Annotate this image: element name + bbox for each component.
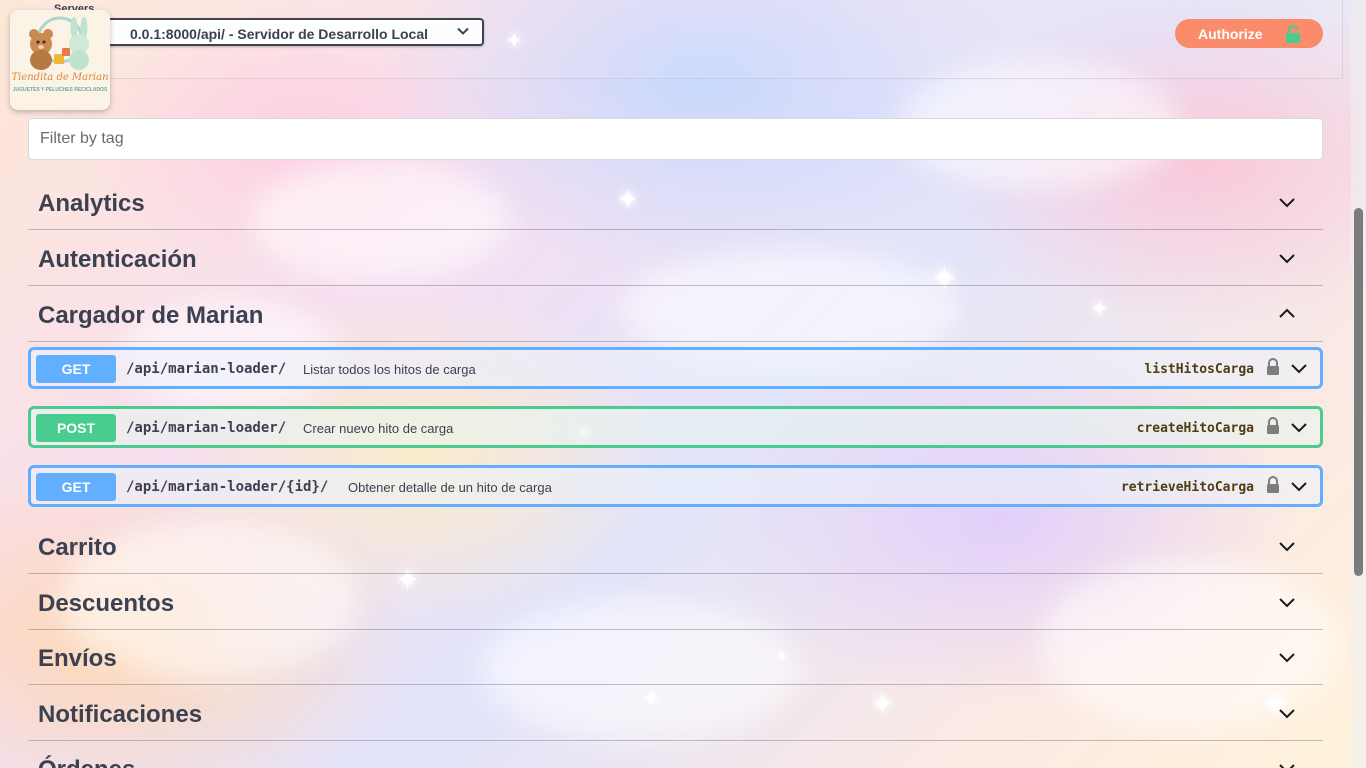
authorize-label: Authorize xyxy=(1198,26,1263,42)
tag-title: Descuentos xyxy=(38,590,175,617)
chevron-up-icon xyxy=(1277,304,1297,329)
store-logo[interactable]: Tiendita de Marian JUGUETES Y PELUCHES R… xyxy=(10,10,110,110)
operation-id: listHitosCarga xyxy=(1144,362,1254,377)
chevron-down-icon xyxy=(1277,592,1297,617)
operation-summary: Obtener detalle de un hito de carga xyxy=(348,480,552,495)
lock-icon[interactable] xyxy=(1266,476,1280,499)
chevron-down-icon xyxy=(1277,248,1297,273)
tag-descuentos[interactable]: Descuentos xyxy=(28,576,1323,630)
tag-carrito[interactable]: Carrito xyxy=(28,520,1323,574)
http-method-badge: GET xyxy=(36,473,116,501)
tag-autenticacion[interactable]: Autenticación xyxy=(28,232,1323,286)
chevron-down-icon xyxy=(1277,758,1297,768)
tag-title: Notificaciones xyxy=(38,701,203,728)
http-method-badge: POST xyxy=(36,414,116,442)
operation-path: /api/marian-loader/{id}/ xyxy=(126,479,329,495)
tag-envios[interactable]: Envíos xyxy=(28,631,1323,685)
http-method-badge: GET xyxy=(36,355,116,383)
chevron-down-icon[interactable] xyxy=(1290,478,1308,501)
page-scrollbar[interactable] xyxy=(1351,0,1366,768)
tag-title: Autenticación xyxy=(38,246,197,273)
operation-path: /api/marian-loader/ xyxy=(126,361,287,377)
chevron-down-icon xyxy=(1277,192,1297,217)
logo-tagline: JUGUETES Y PELUCHES RECICLADOS xyxy=(12,87,108,93)
scrollbar-thumb[interactable] xyxy=(1354,208,1363,576)
lock-icon[interactable] xyxy=(1266,417,1280,440)
tag-ordenes[interactable]: Órdenes xyxy=(28,742,1323,768)
lock-icon[interactable] xyxy=(1266,358,1280,381)
logo-name: Tiendita de Marian xyxy=(11,72,109,83)
filter-by-tag-input[interactable] xyxy=(28,118,1323,160)
chevron-down-icon xyxy=(1277,703,1297,728)
unlock-icon xyxy=(1284,24,1302,49)
teddy-bear-logo-icon xyxy=(29,16,89,70)
operation-path: /api/marian-loader/ xyxy=(126,420,287,436)
authorize-button[interactable]: Authorize xyxy=(1175,19,1323,48)
chevron-down-icon xyxy=(456,24,470,43)
chevron-down-icon xyxy=(1277,647,1297,672)
tag-analytics[interactable]: Analytics xyxy=(28,176,1323,230)
tag-cargador-de-marian[interactable]: Cargador de Marian xyxy=(28,288,1323,342)
chevron-down-icon[interactable] xyxy=(1290,419,1308,442)
operation-create-hito-carga[interactable]: POST /api/marian-loader/ Crear nuevo hit… xyxy=(28,406,1323,448)
tag-title: Órdenes xyxy=(38,756,135,768)
tag-title: Analytics xyxy=(38,190,145,217)
operation-id: createHitoCarga xyxy=(1136,421,1254,436)
operation-summary: Listar todos los hitos de carga xyxy=(303,362,476,377)
operation-id: retrieveHitoCarga xyxy=(1120,480,1254,495)
chevron-down-icon xyxy=(1277,536,1297,561)
operation-retrieve-hito-carga[interactable]: GET /api/marian-loader/{id}/ Obtener det… xyxy=(28,465,1323,507)
tag-notificaciones[interactable]: Notificaciones xyxy=(28,687,1323,741)
server-select[interactable]: 0.0.1:8000/api/ - Servidor de Desarrollo… xyxy=(84,18,484,46)
server-select-value: 0.0.1:8000/api/ - Servidor de Desarrollo… xyxy=(130,26,429,42)
chevron-down-icon[interactable] xyxy=(1290,360,1308,383)
servers-bar: Servers 0.0.1:8000/api/ - Servidor de De… xyxy=(24,0,1343,79)
operation-list-hitos-carga[interactable]: GET /api/marian-loader/ Listar todos los… xyxy=(28,347,1323,389)
tag-title: Envíos xyxy=(38,645,117,672)
tag-title: Cargador de Marian xyxy=(38,302,264,329)
operation-summary: Crear nuevo hito de carga xyxy=(303,421,454,436)
tag-title: Carrito xyxy=(38,534,117,561)
